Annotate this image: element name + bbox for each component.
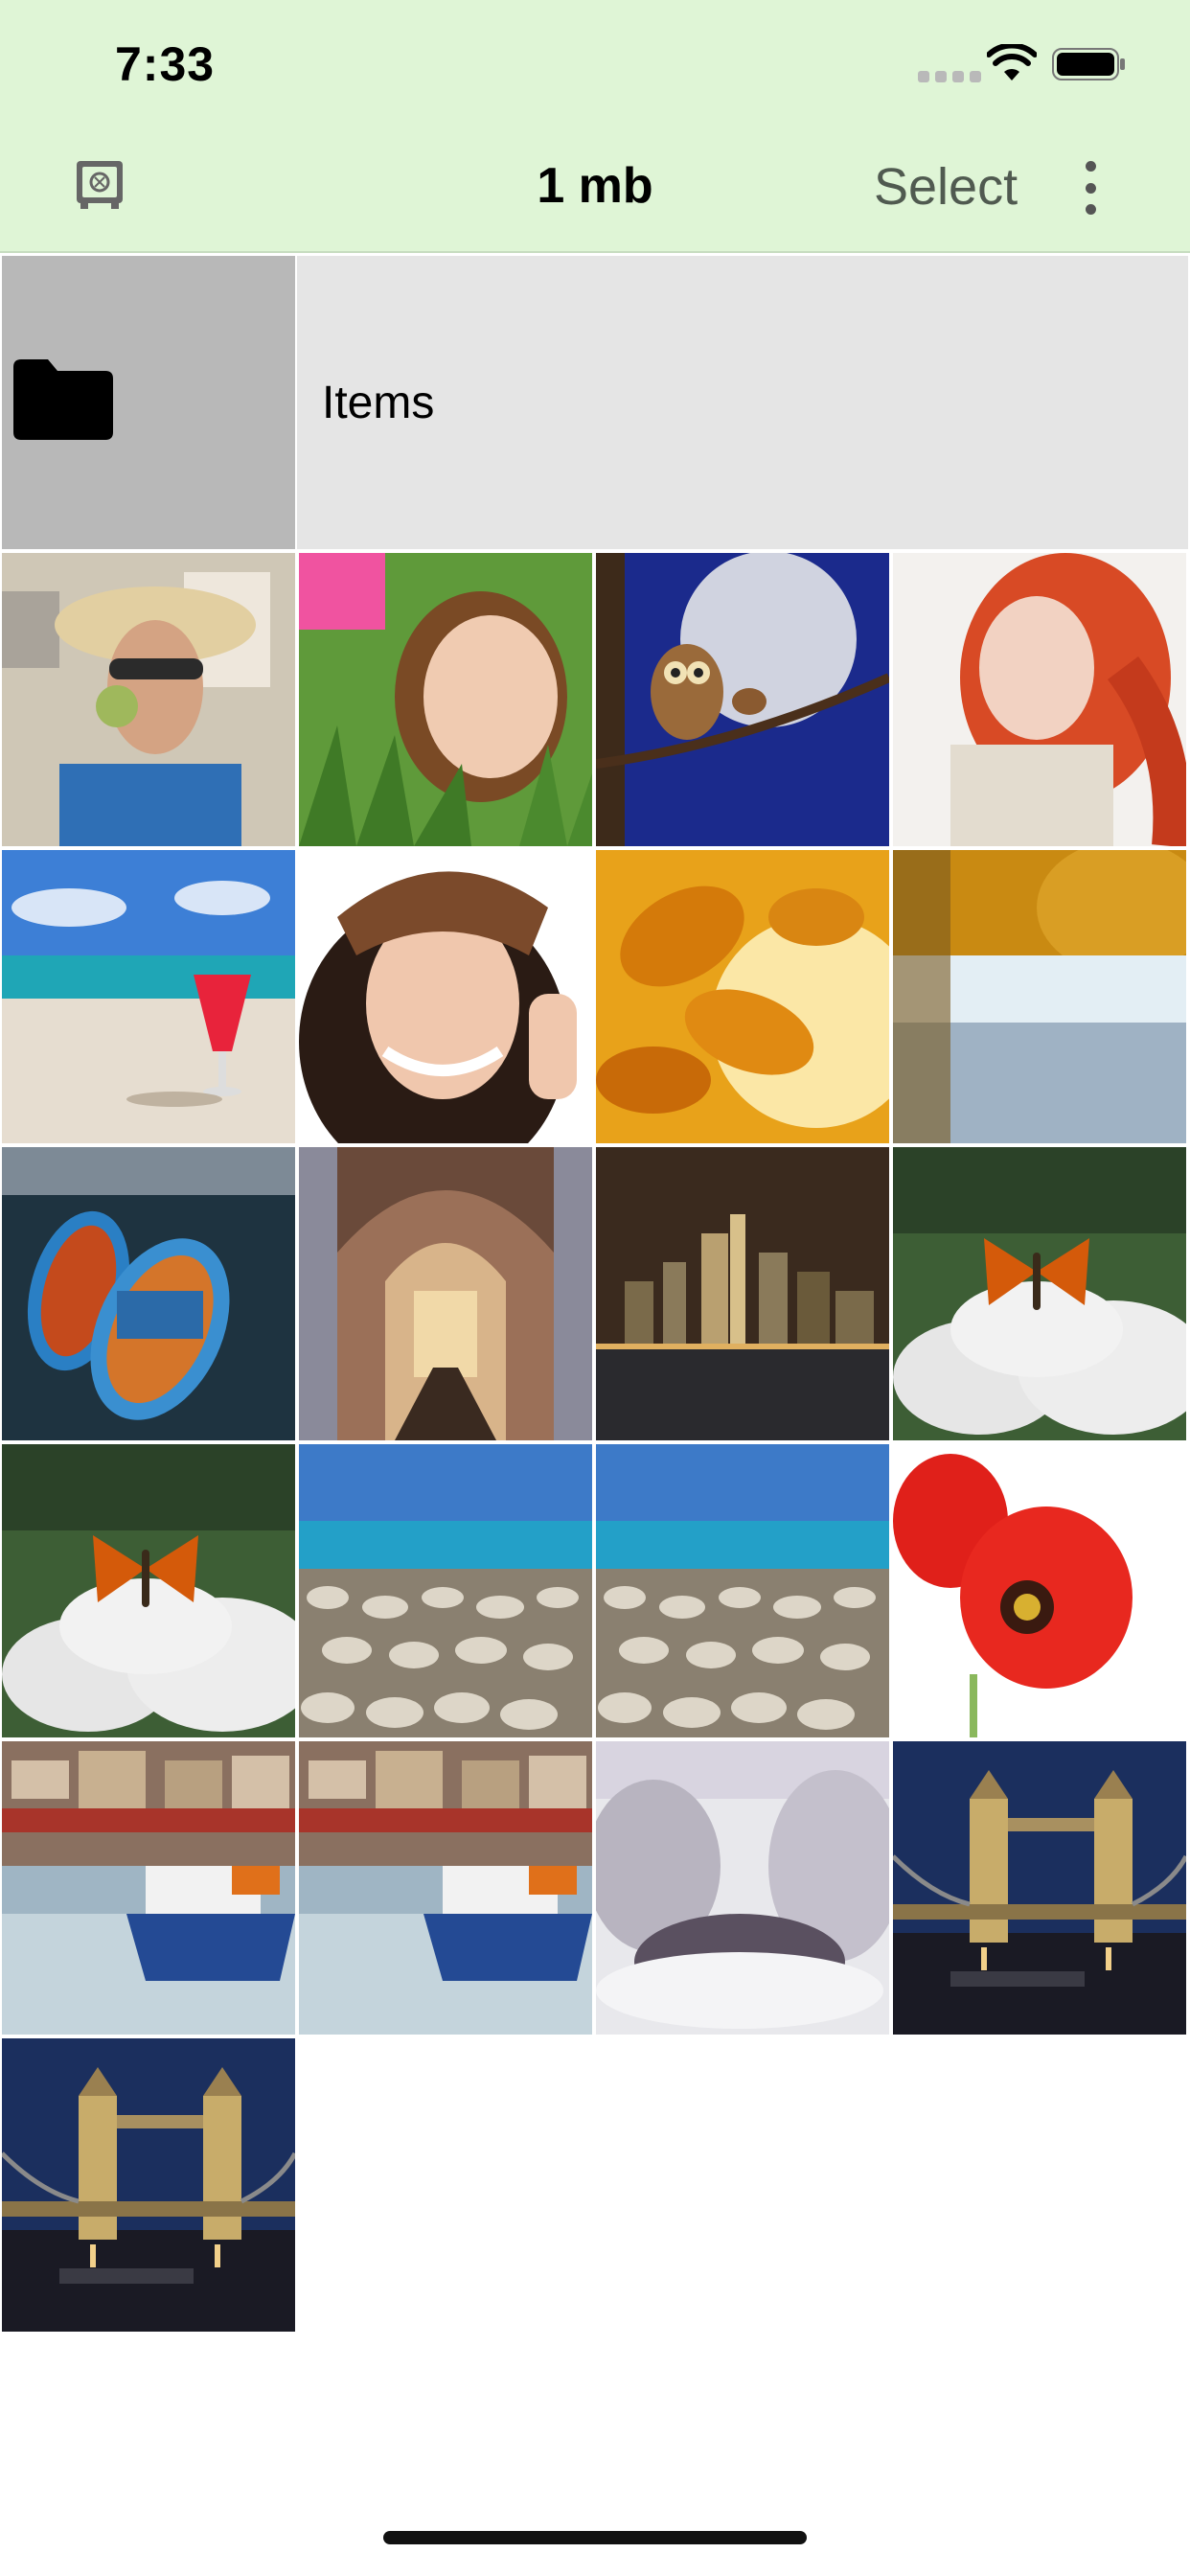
photo-image: [596, 1444, 889, 1737]
photo-thumbnail-pebble-beach[interactable]: [299, 1444, 592, 1737]
folder-name: Items: [322, 377, 435, 428]
photo-image: [893, 1741, 1186, 2035]
photo-thumbnail-tower-bridge-night[interactable]: [2, 2038, 295, 2332]
cellular-signal-icon: [918, 71, 981, 82]
photo-thumbnail-harbor-boat[interactable]: [299, 1741, 592, 2035]
photo-image: [596, 1741, 889, 2035]
photo-thumbnail-butterfly-flowers[interactable]: [2, 1444, 295, 1737]
photo-image: [2, 2038, 295, 2332]
photo-thumbnail-tower-bridge-night[interactable]: [893, 1741, 1186, 2035]
photo-thumbnail-butterfly-flowers[interactable]: [893, 1147, 1186, 1440]
photo-image: [893, 553, 1186, 846]
photo-image: [299, 1444, 592, 1737]
photo-thumbnail-pebble-beach[interactable]: [596, 1444, 889, 1737]
photo-thumbnail-owl-moon-night[interactable]: [596, 553, 889, 846]
photo-thumbnail-red-haired-woman[interactable]: [893, 553, 1186, 846]
photo-thumbnail-city-skyline-night[interactable]: [596, 1147, 889, 1440]
photo-image: [596, 850, 889, 1143]
photo-thumbnail-autumn-lake[interactable]: [893, 850, 1186, 1143]
folder-label-area: Items: [295, 256, 1188, 549]
photo-image: [2, 850, 295, 1143]
more-options-button[interactable]: [1065, 157, 1115, 218]
select-button[interactable]: Select: [874, 157, 1018, 217]
photo-image: [893, 1444, 1186, 1737]
home-indicator: [383, 2531, 807, 2544]
navigation-header: 7:33 1 mb Select: [0, 0, 1190, 253]
photo-thumbnail-woman-sun-hat[interactable]: [2, 553, 295, 846]
photo-thumbnail-red-tulips[interactable]: [893, 1444, 1186, 1737]
photo-image: [2, 1444, 295, 1737]
photo-image: [596, 1147, 889, 1440]
battery-icon: [1052, 48, 1125, 80]
photo-image: [299, 1741, 592, 2035]
photo-image: [2, 1147, 295, 1440]
photo-thumbnail-autumn-leaves[interactable]: [596, 850, 889, 1143]
photo-thumbnail-woman-brown-hat[interactable]: [299, 850, 592, 1143]
photo-thumbnail-snowy-trees[interactable]: [596, 1741, 889, 2035]
folder-row-items[interactable]: Items: [2, 256, 1188, 549]
photo-image: [299, 850, 592, 1143]
photo-image: [2, 553, 295, 846]
photo-thumbnail-woman-lying-grass[interactable]: [299, 553, 592, 846]
photo-thumbnail-cathedral-interior[interactable]: [299, 1147, 592, 1440]
photo-thumbnail-cocktail-beach[interactable]: [2, 850, 295, 1143]
photo-image: [299, 553, 592, 846]
photo-image: [299, 1147, 592, 1440]
status-time: 7:33: [115, 37, 216, 91]
wifi-icon: [987, 44, 1037, 80]
photo-image: [596, 553, 889, 846]
folder-thumbnail: [2, 256, 295, 549]
photo-thumbnail-blue-boats[interactable]: [2, 1147, 295, 1440]
photo-image: [893, 1147, 1186, 1440]
photo-image: [2, 1741, 295, 2035]
folder-icon: [13, 359, 113, 440]
photo-image: [893, 850, 1186, 1143]
photo-thumbnail-harbor-boat[interactable]: [2, 1741, 295, 2035]
more-vertical-icon: [1085, 161, 1096, 172]
